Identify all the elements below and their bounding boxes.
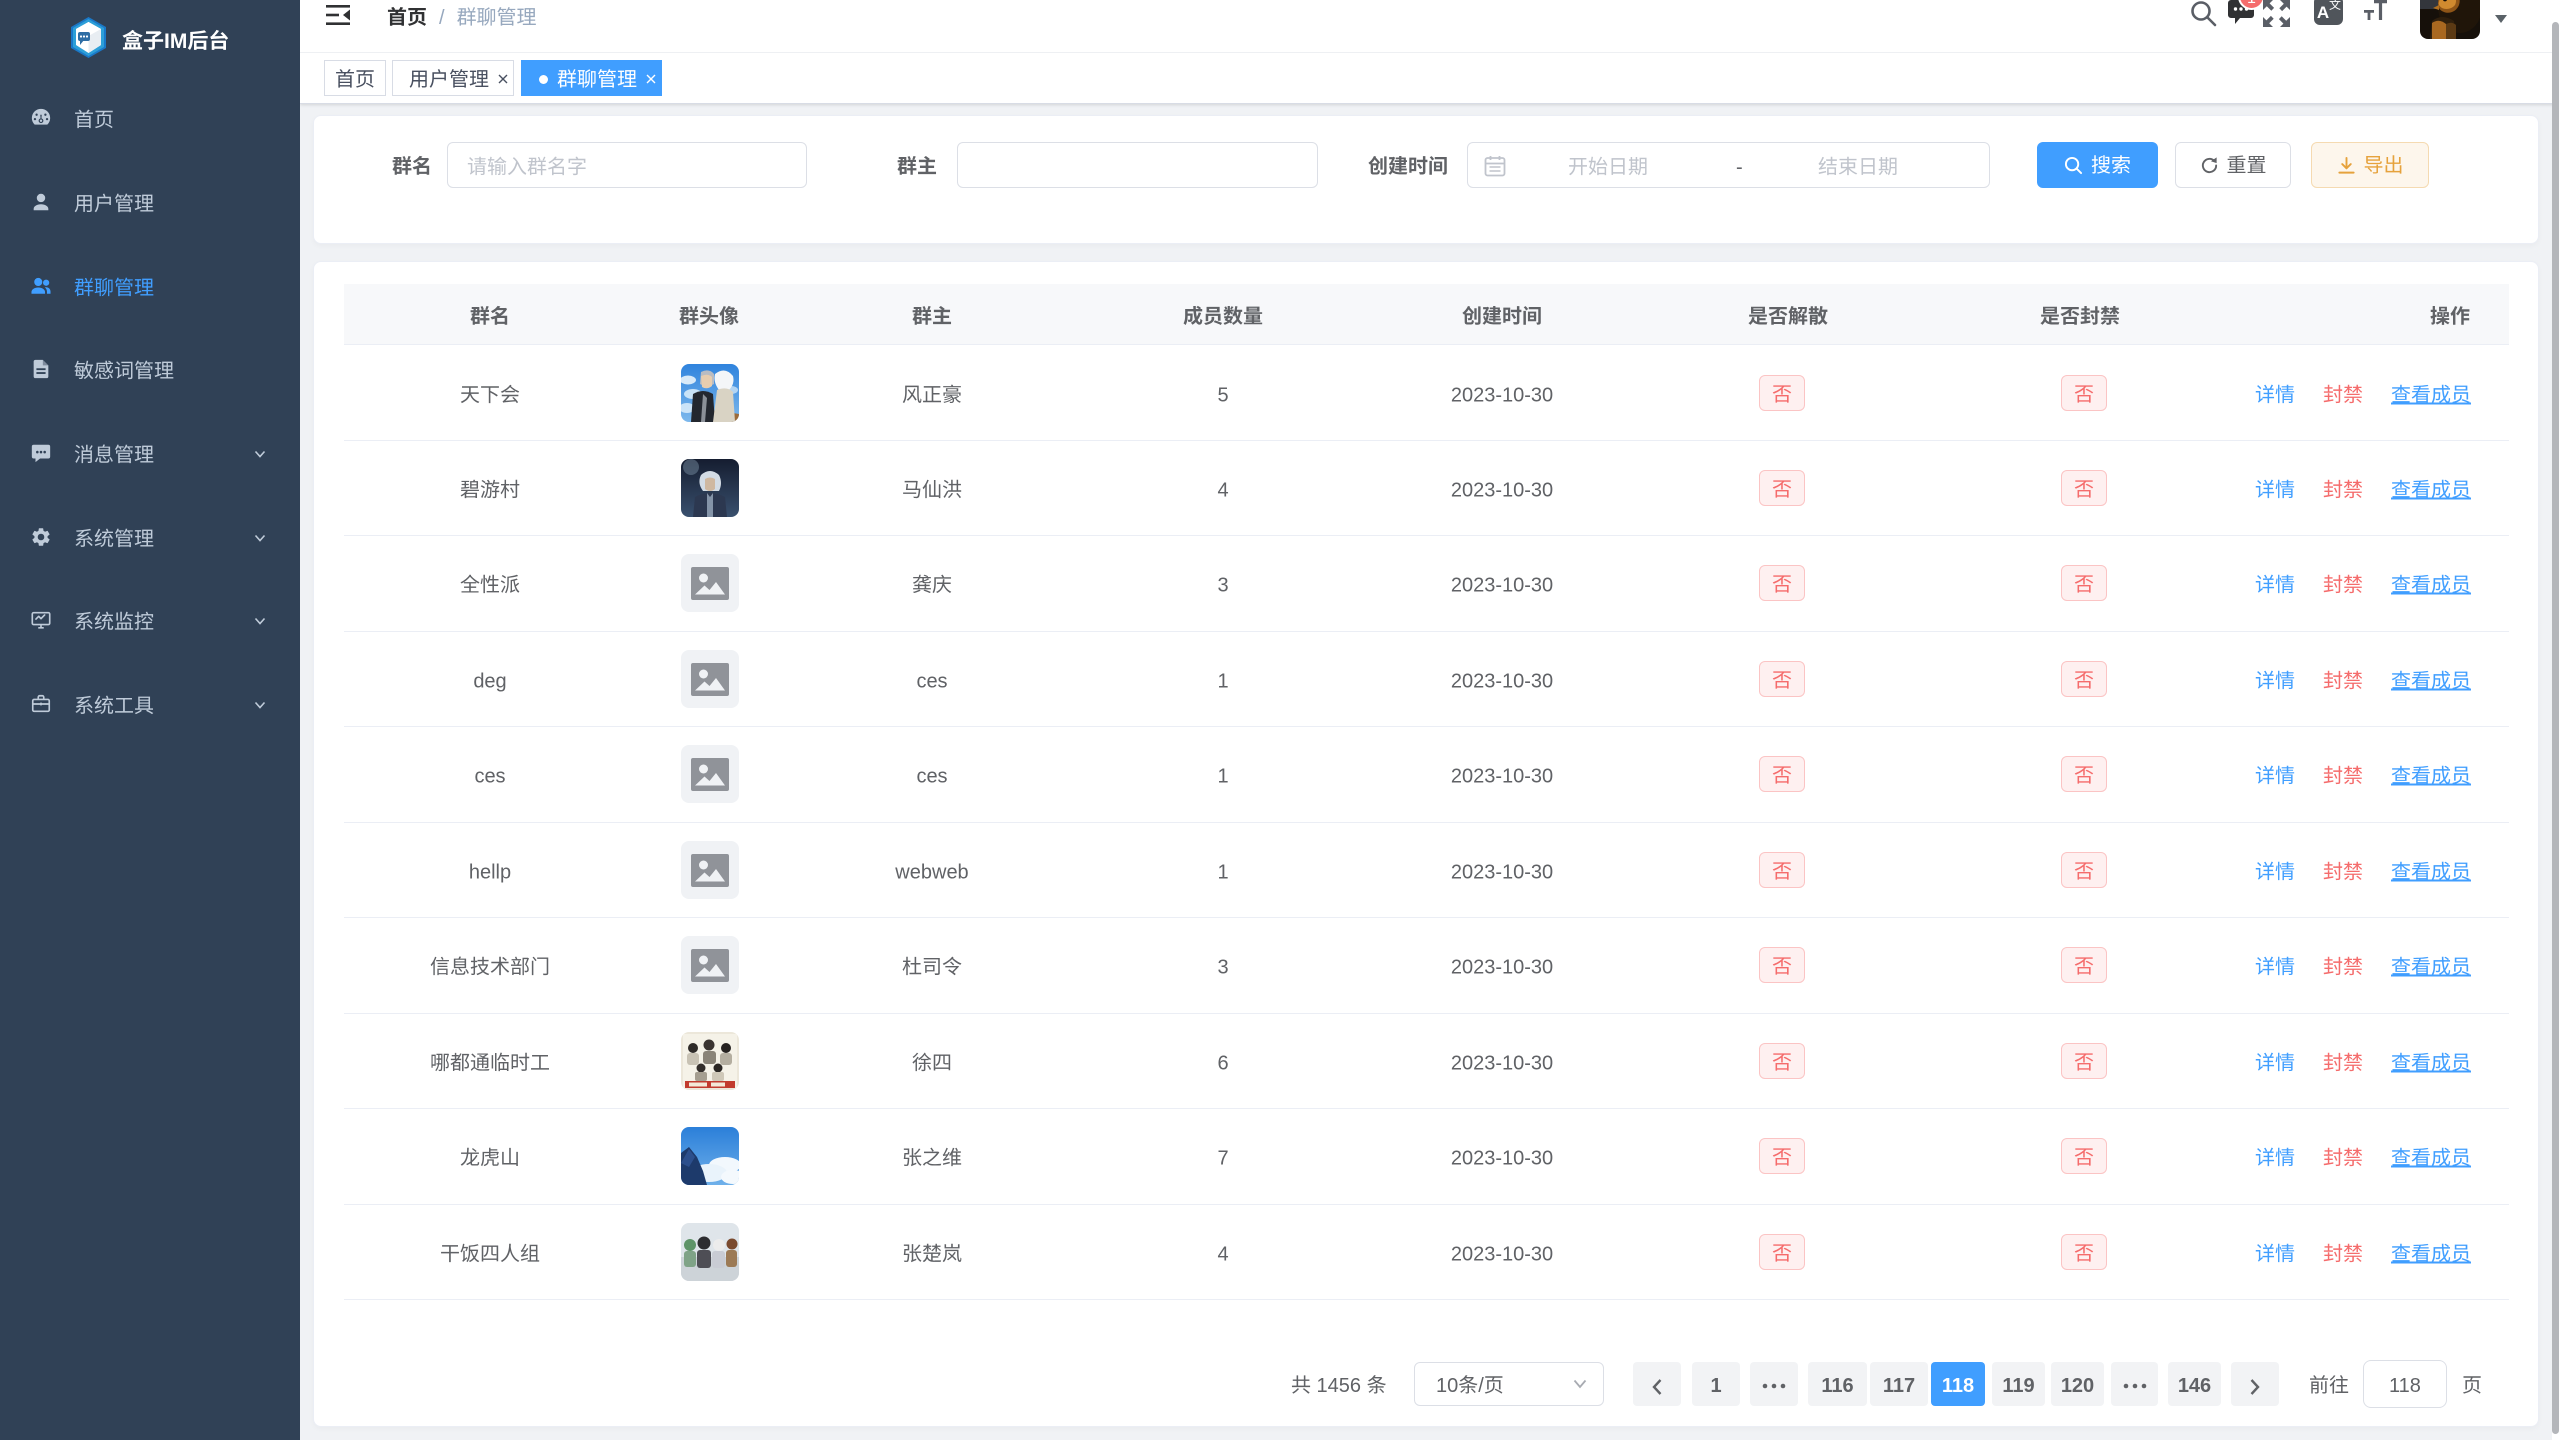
svg-text:文: 文 [2329, 0, 2341, 13]
svg-text:A: A [2317, 3, 2329, 22]
